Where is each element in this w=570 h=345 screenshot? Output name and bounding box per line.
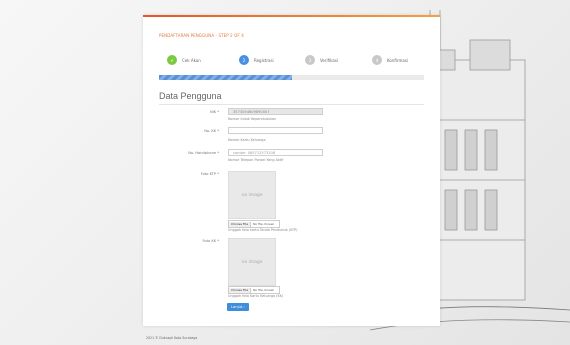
- kk-label: No. KK *: [204, 129, 219, 133]
- registration-card: PENDAFTARAN PENGGUNA - STEP 2 OF 4 ✔ Cek…: [143, 15, 440, 326]
- ktp-help: Unggah foto kartu Tanda Penduduk (KTP): [228, 228, 298, 232]
- step-4-number: 4: [372, 55, 382, 65]
- ktp-image-placeholder: no image: [228, 171, 276, 219]
- kk-image-placeholder: no image: [228, 238, 276, 286]
- kk-file-name: No file chosen: [253, 288, 275, 292]
- phone-number-input[interactable]: contoh: 085712573108: [228, 149, 323, 156]
- kk-choose-file-button[interactable]: Choose File: [229, 287, 252, 293]
- step-cek-akun: ✔ Cek Akun: [167, 53, 201, 67]
- progress-bar: [159, 75, 424, 80]
- step-1-label: Cek Akun: [182, 57, 201, 63]
- kk-photo-label: Foto KK *: [202, 239, 219, 243]
- step-konfirmasi: 4 Konfirmasi: [372, 53, 408, 67]
- kk-help: Unggah foto Kartu Keluarga (KK): [228, 294, 284, 298]
- kk-file-input[interactable]: Choose File No file chosen: [228, 286, 280, 294]
- step-3-label: Verifikasi: [320, 57, 339, 63]
- ktp-file-name: No file chosen: [253, 222, 275, 226]
- nik-label: NIK *: [209, 110, 219, 114]
- hp-help: Nomor Telepon Ponsel Yang Aktif: [228, 158, 284, 162]
- ktp-choose-file-button[interactable]: Choose File: [229, 221, 252, 227]
- step-title: PENDAFTARAN PENGGUNA - STEP 2 OF 4: [159, 33, 244, 38]
- step-verifikasi: 3 Verifikasi: [305, 53, 338, 67]
- section-title: Data Pengguna: [159, 91, 222, 101]
- ktp-file-input[interactable]: Choose File No file chosen: [228, 220, 280, 228]
- hp-label: No. Handphone *: [188, 151, 219, 155]
- footer-copyright: 2021 © Dukcapil Kota Surabaya: [146, 336, 198, 340]
- kk-help: Nomor Kartu Keluarga: [228, 138, 266, 142]
- nik-help: Nomor Induk Kependudukan: [228, 117, 277, 121]
- step-indicator: ✔ Cek Akun 2 Registrasi 3 Verifikasi 4 K…: [167, 53, 417, 67]
- step-3-number: 3: [305, 55, 315, 65]
- step-registrasi: 2 Registrasi: [239, 53, 274, 67]
- step-1-check-icon: ✔: [167, 55, 177, 65]
- nik-field: 3573054609890007: [228, 108, 323, 115]
- step-2-number: 2: [239, 55, 249, 65]
- next-button[interactable]: Lanjut ›: [227, 303, 249, 311]
- ktp-photo-label: Foto KTP *: [200, 172, 219, 176]
- kk-number-input[interactable]: [228, 127, 323, 134]
- step-2-label: Registrasi: [254, 57, 274, 63]
- section-divider: [159, 104, 424, 105]
- step-4-label: Konfirmasi: [387, 57, 409, 63]
- progress-bar-fill: [159, 75, 292, 80]
- card-accent-bar: [143, 15, 440, 17]
